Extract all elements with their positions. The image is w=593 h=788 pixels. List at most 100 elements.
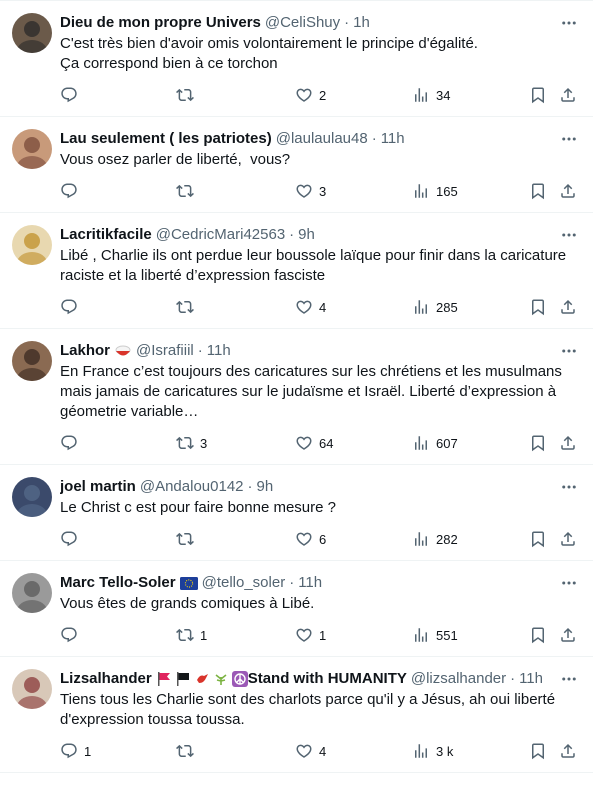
- views-button[interactable]: 165: [412, 182, 458, 200]
- more-icon[interactable]: [557, 671, 581, 687]
- reply-button[interactable]: [60, 530, 84, 548]
- share-button[interactable]: [559, 742, 577, 760]
- tweet[interactable]: Lau seulement ( les patriotes) @laulaulau…: [0, 117, 593, 213]
- views-button[interactable]: 607: [412, 434, 458, 452]
- tweet-actions: 4 285: [0, 298, 577, 318]
- avatar[interactable]: [12, 477, 52, 517]
- separator-dot: ·: [289, 226, 295, 243]
- user-handle[interactable]: @laulaulau48: [276, 129, 368, 149]
- retweet-button[interactable]: [176, 182, 200, 200]
- avatar[interactable]: [12, 225, 52, 265]
- like-button[interactable]: 1: [295, 626, 326, 644]
- retweet-icon: [176, 434, 194, 452]
- bookmark-button[interactable]: [529, 298, 547, 316]
- timestamp[interactable]: 9h: [257, 477, 274, 497]
- user-handle[interactable]: @Israfiiil: [136, 341, 194, 361]
- more-icon[interactable]: [557, 131, 581, 147]
- share-button[interactable]: [559, 530, 577, 548]
- avatar[interactable]: [12, 669, 52, 709]
- share-button[interactable]: [559, 434, 577, 452]
- display-name[interactable]: Lizsalhander: [60, 669, 152, 689]
- bookmark-icon: [529, 86, 547, 104]
- separator-dot: ·: [344, 14, 350, 31]
- tweet[interactable]: Lizsalhander Stand with HUMANITY @lizsalha…: [0, 657, 593, 773]
- retweet-button[interactable]: 1: [176, 626, 207, 644]
- bookmark-button[interactable]: [529, 626, 547, 644]
- share-icon: [559, 742, 577, 760]
- like-button[interactable]: 64: [295, 434, 333, 452]
- display-name[interactable]: Lau seulement ( les patriotes): [60, 129, 272, 149]
- views-button[interactable]: 3 k: [412, 742, 453, 760]
- more-icon[interactable]: [557, 343, 581, 359]
- tweet[interactable]: Marc Tello-Soler @tello_soler · 11h Vous ête…: [0, 561, 593, 657]
- rice-bowl-emoji: [114, 344, 132, 358]
- bookmark-button[interactable]: [529, 182, 547, 200]
- timestamp[interactable]: 11h: [381, 129, 405, 149]
- avatar[interactable]: [12, 13, 52, 53]
- reply-icon: [60, 182, 78, 200]
- views-button[interactable]: 551: [412, 626, 458, 644]
- reply-button[interactable]: [60, 86, 84, 104]
- share-button[interactable]: [559, 86, 577, 104]
- separator-dot: ·: [371, 130, 377, 147]
- retweet-button[interactable]: [176, 298, 200, 316]
- timestamp[interactable]: 9h: [298, 225, 315, 245]
- timestamp[interactable]: 1h: [353, 13, 370, 33]
- share-button[interactable]: [559, 182, 577, 200]
- user-handle[interactable]: @CeliShuy: [265, 13, 340, 33]
- bookmark-button[interactable]: [529, 742, 547, 760]
- reply-button[interactable]: 1: [60, 742, 91, 760]
- retweet-button[interactable]: [176, 742, 200, 760]
- like-button[interactable]: 4: [295, 742, 326, 760]
- retweet-icon: [176, 298, 194, 316]
- like-button[interactable]: 6: [295, 530, 326, 548]
- display-name[interactable]: Lacritikfacile: [60, 225, 152, 245]
- reply-button[interactable]: [60, 434, 84, 452]
- display-name[interactable]: Marc Tello-Soler: [60, 573, 176, 593]
- reply-button[interactable]: [60, 298, 84, 316]
- reply-button[interactable]: [60, 626, 84, 644]
- display-name[interactable]: joel martin: [60, 477, 136, 497]
- share-button[interactable]: [559, 626, 577, 644]
- retweet-button[interactable]: [176, 86, 200, 104]
- more-icon[interactable]: [557, 575, 581, 591]
- more-icon[interactable]: [557, 479, 581, 495]
- views-button[interactable]: 285: [412, 298, 458, 316]
- like-button[interactable]: 4: [295, 298, 326, 316]
- timestamp[interactable]: 11h: [519, 669, 543, 689]
- bookmark-button[interactable]: [529, 86, 547, 104]
- share-icon: [559, 626, 577, 644]
- views-icon: [412, 434, 430, 452]
- timestamp[interactable]: 11h: [298, 573, 322, 593]
- more-icon[interactable]: [557, 227, 581, 243]
- tweet-text: Vous êtes de grands comiques à Libé.: [60, 595, 315, 612]
- avatar[interactable]: [12, 573, 52, 613]
- tweet[interactable]: Lacritikfacile @CedricMari42563 · 9h Libé , …: [0, 213, 593, 329]
- bookmark-button[interactable]: [529, 434, 547, 452]
- display-name[interactable]: Dieu de mon propre Univers: [60, 13, 261, 33]
- user-handle[interactable]: @tello_soler: [202, 573, 286, 593]
- retweet-button[interactable]: 3: [176, 434, 207, 452]
- user-handle[interactable]: @CedricMari42563: [156, 225, 285, 245]
- avatar[interactable]: [12, 129, 52, 169]
- bookmark-button[interactable]: [529, 530, 547, 548]
- avatar[interactable]: [12, 341, 52, 381]
- tweet-header: Marc Tello-Soler @tello_soler · 11h: [60, 573, 577, 593]
- like-button[interactable]: 3: [295, 182, 326, 200]
- timestamp[interactable]: 11h: [207, 341, 231, 361]
- like-button[interactable]: 2: [295, 86, 326, 104]
- views-button[interactable]: 282: [412, 530, 458, 548]
- retweet-button[interactable]: [176, 530, 200, 548]
- user-handle[interactable]: @Andalou0142: [140, 477, 244, 497]
- reply-button[interactable]: [60, 182, 84, 200]
- display-name[interactable]: Lakhor: [60, 341, 110, 361]
- tweet[interactable]: Dieu de mon propre Univers @CeliShuy · 1h C'…: [0, 0, 593, 117]
- user-handle[interactable]: @lizsalhander: [411, 669, 506, 689]
- share-button[interactable]: [559, 298, 577, 316]
- views-button[interactable]: 34: [412, 86, 450, 104]
- tweet[interactable]: Lakhor @Israfiiil · 11h En France c’est touj…: [0, 329, 593, 465]
- like-count: 1: [319, 627, 327, 643]
- more-icon[interactable]: [557, 15, 581, 31]
- like-icon: [295, 626, 313, 644]
- tweet[interactable]: joel martin @Andalou0142 · 9h Le Christ c es…: [0, 465, 593, 561]
